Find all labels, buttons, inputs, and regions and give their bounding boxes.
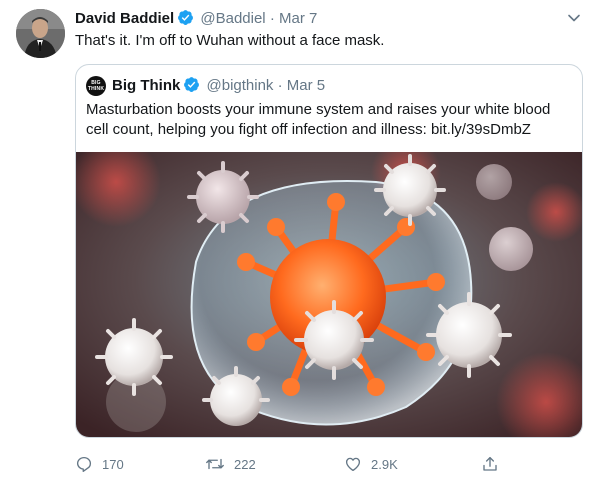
- verified-badge-icon: [177, 9, 194, 32]
- share-icon: [483, 456, 497, 471]
- reply-icon: [76, 456, 92, 473]
- quoted-tweet[interactable]: BIG THINK Big Think @bigthink · Mar 5 Ma…: [75, 64, 583, 438]
- quoted-tweet-date[interactable]: Mar 5: [287, 77, 325, 94]
- quoted-avatar[interactable]: BIG THINK: [86, 76, 106, 96]
- reply-button[interactable]: 170: [75, 450, 124, 478]
- quoted-author-handle[interactable]: @bigthink: [207, 77, 274, 94]
- like-count: 2.9K: [371, 456, 398, 472]
- reply-count: 170: [102, 456, 124, 472]
- verified-badge-icon: [183, 76, 200, 99]
- quoted-author-name[interactable]: Big Think: [112, 77, 180, 94]
- quoted-tweet-text: Masturbation boosts your immune system a…: [86, 101, 551, 138]
- retweet-button[interactable]: 222: [205, 450, 256, 478]
- chevron-down-icon[interactable]: [566, 10, 582, 26]
- tweet-text: That's it. I'm off to Wuhan without a fa…: [75, 32, 385, 49]
- tweet-header: David Baddiel @Baddiel · Mar 7: [75, 9, 317, 32]
- author-handle[interactable]: @Baddiel: [200, 10, 265, 27]
- quoted-header: Big Think @bigthink · Mar 5: [112, 76, 325, 99]
- retweet-count: 222: [234, 456, 256, 472]
- virus-illustration: [76, 137, 582, 437]
- avatar-photo: [16, 9, 65, 58]
- tweet-actions: 170 222 2.9K: [0, 450, 597, 478]
- avatar[interactable]: [16, 9, 65, 58]
- retweet-icon: [206, 458, 224, 470]
- heart-icon: [345, 457, 361, 472]
- tweet[interactable]: David Baddiel @Baddiel · Mar 7 That's it…: [0, 0, 597, 486]
- separator: ·: [277, 77, 283, 94]
- like-button[interactable]: 2.9K: [344, 450, 398, 478]
- share-button[interactable]: [481, 450, 499, 478]
- tweet-date[interactable]: Mar 7: [279, 10, 317, 27]
- author-name[interactable]: David Baddiel: [75, 10, 174, 27]
- quoted-tweet-image[interactable]: [76, 137, 582, 437]
- separator: ·: [269, 10, 275, 27]
